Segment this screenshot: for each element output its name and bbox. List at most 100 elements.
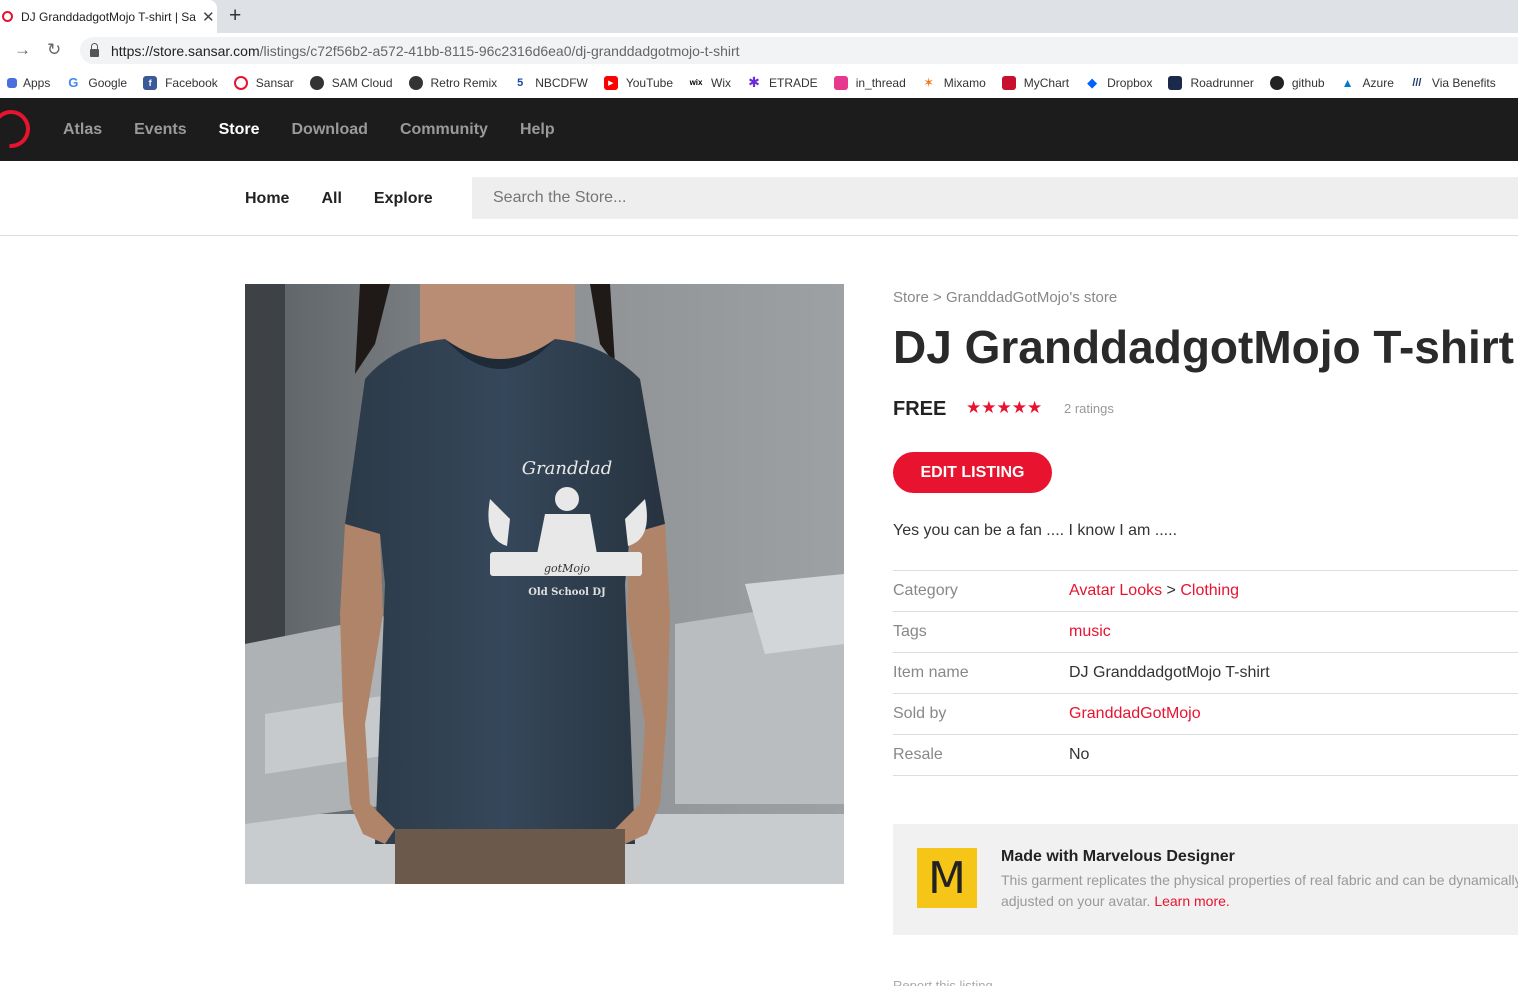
marvelous-designer-logo-icon: M [917, 848, 977, 908]
spec-value: Avatar Looks > Clothing [1069, 582, 1240, 599]
youtube-icon: ▶ [603, 75, 618, 90]
nav-store[interactable]: Store [219, 121, 260, 139]
spec-label: Sold by [893, 705, 947, 722]
bookmark-azure[interactable]: ▲ Azure [1340, 75, 1394, 90]
category-child-link[interactable]: Clothing [1180, 582, 1239, 599]
rating-count: 2 ratings [1064, 401, 1114, 416]
in-thread-icon [833, 75, 848, 90]
price-label: FREE [893, 398, 947, 420]
url-field[interactable]: https://store.sansar.com/listings/c72f56… [80, 37, 1518, 64]
bookmark-dropbox[interactable]: ◆ Dropbox [1085, 74, 1152, 90]
category-parent-link[interactable]: Avatar Looks [1069, 582, 1162, 599]
spec-row-category: Category Avatar Looks > Clothing [893, 571, 1518, 612]
bookmark-retro-remix[interactable]: Retro Remix [408, 75, 497, 90]
site-nav: Atlas Events Store Download Community He… [63, 98, 587, 161]
browser-tabbar: DJ GranddadgotMojo T-shirt | Sa ✕ + [0, 0, 1518, 33]
product-specs-table: Category Avatar Looks > Clothing Tags mu… [893, 570, 1518, 776]
sansar-icon [233, 75, 248, 90]
spec-row-resale: Resale No [893, 735, 1518, 776]
bookmark-mychart[interactable]: MyChart [1001, 75, 1069, 90]
retro-remix-icon [408, 75, 423, 90]
close-tab-icon[interactable]: ✕ [202, 8, 215, 26]
google-icon: G [66, 75, 81, 90]
new-tab-icon[interactable]: + [229, 4, 241, 28]
sam-cloud-icon [309, 75, 324, 90]
roadrunner-icon [1168, 75, 1183, 90]
mychart-icon [1001, 75, 1016, 90]
apps-grid-icon [7, 77, 17, 88]
bookmark-roadrunner[interactable]: Roadrunner [1168, 75, 1254, 90]
bookmark-etrade[interactable]: ✱ ETRADE [747, 74, 818, 90]
bookmark-facebook[interactable]: f Facebook [143, 75, 218, 90]
nbc-5-icon: 5 [513, 75, 528, 90]
azure-icon: ▲ [1340, 75, 1355, 90]
bookmark-mixamo[interactable]: ✶ Mixamo [921, 74, 986, 90]
spec-label: Item name [893, 664, 969, 681]
site-header: Atlas Events Store Download Community He… [0, 98, 1518, 161]
bookmark-wix[interactable]: wix Wix [689, 75, 731, 90]
etrade-icon: ✱ [747, 74, 762, 90]
spec-label: Resale [893, 746, 943, 763]
print-text-top: Granddad [522, 458, 613, 479]
spec-value: No [1069, 746, 1090, 763]
reload-icon[interactable]: ↻ [47, 40, 61, 60]
store-nav-explore[interactable]: Explore [374, 190, 481, 208]
sansar-logo-icon[interactable] [0, 102, 38, 156]
print-text-middle: gotMojo [544, 562, 590, 575]
url-path: /listings/c72f56b2-a572-41bb-8115-96c231… [259, 42, 740, 59]
store-nav-home[interactable]: Home [245, 190, 289, 208]
page-title: DJ GranddadgotMojo T-shirt [893, 321, 1514, 373]
seller-link[interactable]: GranddadGotMojo [1069, 705, 1201, 723]
spec-label: Tags [893, 623, 927, 640]
nav-atlas[interactable]: Atlas [63, 121, 102, 139]
forward-arrow-icon[interactable]: → [14, 40, 31, 60]
learn-more-link[interactable]: Learn more. [1154, 893, 1229, 909]
via-benefits-icon: /// [1409, 75, 1424, 90]
nav-help[interactable]: Help [520, 121, 555, 139]
nav-events[interactable]: Events [134, 121, 186, 139]
github-icon [1269, 75, 1284, 90]
bookmark-google[interactable]: G Google [66, 75, 127, 90]
notice-title: Made with Marvelous Designer [1001, 848, 1235, 865]
dropbox-icon: ◆ [1085, 74, 1100, 90]
breadcrumb[interactable]: Store > GranddadGotMojo's store [893, 289, 1117, 306]
spec-label: Category [893, 582, 958, 599]
bookmark-nbcdfw[interactable]: 5 NBCDFW [513, 75, 588, 90]
spec-value: DJ GranddadgotMojo T-shirt [1069, 664, 1270, 681]
nav-download[interactable]: Download [292, 121, 368, 139]
store-subnav: Home All Explore [0, 161, 1518, 236]
wix-icon: wix [689, 75, 704, 90]
rating-stars: ★★★★★ [966, 398, 1043, 417]
bookmark-apps[interactable]: Apps [7, 76, 50, 90]
bookmark-sam-cloud[interactable]: SAM Cloud [309, 75, 393, 90]
avatar-tshirt-render: Granddad gotMojo Old School DJ [245, 284, 844, 884]
report-listing-link[interactable]: Report this listing [893, 978, 993, 986]
spec-row-sold-by: Sold by GranddadGotMojo [893, 694, 1518, 735]
facebook-icon: f [143, 75, 158, 90]
browser-tab[interactable]: DJ GranddadgotMojo T-shirt | Sa ✕ [0, 0, 217, 33]
notice-text: This garment replicates the physical pro… [1001, 872, 1518, 909]
nav-community[interactable]: Community [400, 121, 488, 139]
bookmark-in-thread[interactable]: in_thread [833, 75, 906, 90]
tab-title: DJ GranddadgotMojo T-shirt | Sa [21, 9, 196, 24]
bookmarks-bar: Apps G Google f Facebook Sansar SAM Cloud … [0, 67, 1518, 98]
bookmark-via-benefits[interactable]: ///Via Benefits [1409, 75, 1496, 90]
product-description: Yes you can be a fan .... I know I am ..… [893, 522, 1178, 539]
tag-link[interactable]: music [1069, 623, 1111, 641]
product-image[interactable]: Granddad gotMojo Old School DJ [245, 284, 844, 884]
address-bar-row: → ↻ https://store.sansar.com/listings/c7… [0, 33, 1518, 67]
mixamo-icon: ✶ [921, 74, 936, 90]
sansar-favicon-icon [2, 11, 13, 22]
spec-row-tags: Tags music [893, 612, 1518, 653]
edit-listing-button[interactable]: EDIT LISTING [893, 452, 1052, 493]
url-host: https://store.sansar.com [111, 42, 260, 59]
store-nav-all[interactable]: All [321, 190, 341, 208]
marvelous-designer-notice: M Made with Marvelous Designer This garm… [893, 824, 1518, 935]
bookmark-github[interactable]: github [1269, 75, 1325, 90]
spec-row-item-name: Item name DJ GranddadgotMojo T-shirt [893, 653, 1518, 694]
bookmark-sansar[interactable]: Sansar [233, 75, 294, 90]
print-text-bottom: Old School DJ [528, 587, 606, 598]
bookmark-youtube[interactable]: ▶ YouTube [603, 75, 673, 90]
lock-icon [90, 42, 99, 57]
store-search-input[interactable] [472, 177, 1518, 219]
